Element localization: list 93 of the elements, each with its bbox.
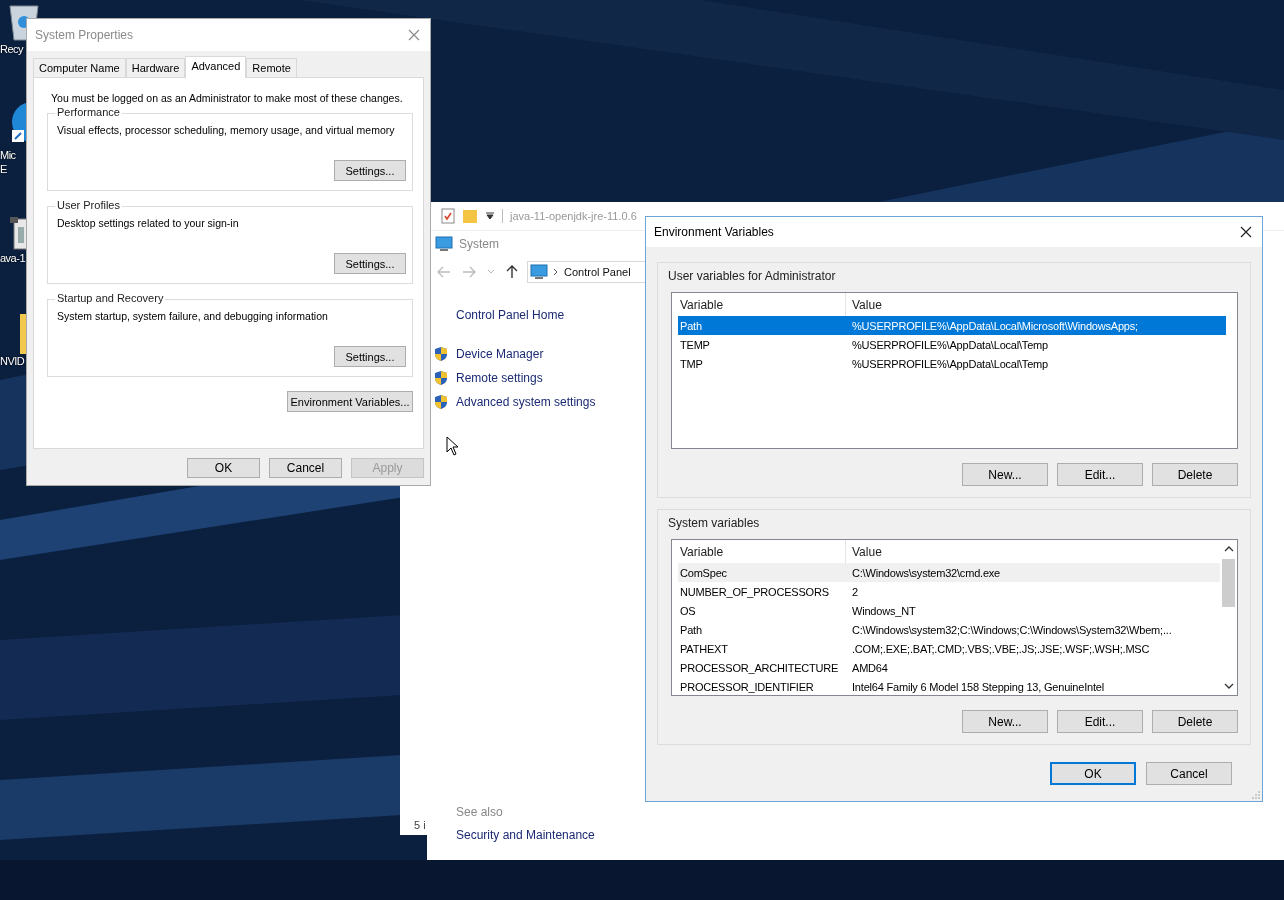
variable-row[interactable]: OS Windows_NT — [678, 601, 1221, 620]
environment-variables-button[interactable]: Environment Variables... — [287, 391, 413, 412]
variable-value: C:\Windows\system32\cmd.exe — [851, 566, 1001, 579]
section-heading: See also — [456, 805, 503, 819]
notice-text: You must be logged on as an Administrator to make most of these changes. — [51, 92, 403, 104]
variable-row[interactable]: Path C:\Windows\system32;C:\Windows;C:\Windows\System32\Wbem;... — [678, 620, 1221, 639]
column-header[interactable]: Value — [846, 544, 882, 559]
variable-row[interactable]: Path %USERPROFILE%\AppData\Local\Microsoft\WindowsApps; — [678, 316, 1226, 335]
variable-row[interactable]: ComSpec C:\Windows\system32\cmd.exe — [678, 563, 1221, 582]
variable-value: %USERPROFILE%\AppData\Local\Microsoft\WindowsApps; — [851, 319, 1138, 332]
dialog-button[interactable]: New... — [962, 463, 1048, 486]
status-text: 5 i — [414, 819, 426, 831]
window-title: System — [459, 237, 499, 251]
variables-list[interactable] — [671, 539, 1238, 696]
settings-link[interactable]: Advanced system settings — [456, 395, 596, 409]
dialog-button[interactable]: Edit... — [1057, 463, 1143, 486]
scroll-up-icon[interactable] — [1223, 545, 1234, 553]
tab[interactable]: Hardware — [125, 58, 186, 77]
settings-link[interactable]: Remote settings — [456, 371, 543, 385]
dialog-button[interactable]: Delete — [1152, 710, 1238, 733]
variable-name: Path — [679, 623, 703, 636]
variable-value: %USERPROFILE%\AppData\Local\Temp — [851, 357, 1048, 370]
variable-row[interactable]: PROCESSOR_IDENTIFIER Intel64 Family 6 Model 158 Stepping 13, GenuineIntel — [678, 677, 1221, 695]
variable-name: TMP — [679, 357, 704, 370]
group-title: Performance — [55, 106, 122, 118]
group-description: System startup, system failure, and debugging information — [57, 310, 328, 322]
desktop-icon-label[interactable]: E — [0, 162, 7, 176]
scroll-thumb[interactable] — [1222, 559, 1236, 607]
variable-value: AMD64 — [851, 661, 888, 674]
dialog-button[interactable]: Delete — [1152, 463, 1238, 486]
variable-name: Path — [679, 319, 703, 332]
variable-value: 2 — [851, 585, 858, 598]
variable-value: Windows_NT — [851, 604, 916, 617]
desktop-icon-label[interactable]: Mic — [0, 148, 16, 162]
group-title: User Profiles — [55, 199, 122, 211]
variable-name: NUMBER_OF_PROCESSORS — [679, 585, 830, 598]
control-panel-home-link[interactable]: Control Panel Home — [456, 308, 565, 322]
dialog-button[interactable]: OK — [1050, 762, 1136, 785]
settings-button[interactable]: Settings... — [334, 160, 406, 181]
window-title: java-11-openjdk-jre-11.0.6 — [510, 210, 637, 222]
tab[interactable]: Advanced — [185, 56, 247, 78]
variable-value: %USERPROFILE%\AppData\Local\Temp — [851, 338, 1048, 351]
variable-row[interactable]: TEMP %USERPROFILE%\AppData\Local\Temp — [678, 335, 1226, 354]
variable-name: TEMP — [679, 338, 711, 351]
see-also-link[interactable]: Security and Maintenance — [456, 828, 595, 842]
dialog-button[interactable]: New... — [962, 710, 1048, 733]
variable-row[interactable]: TMP %USERPROFILE%\AppData\Local\Temp — [678, 354, 1226, 373]
breadcrumb-item[interactable]: Control Panel — [564, 266, 631, 278]
settings-link[interactable]: Device Manager — [456, 347, 544, 361]
variable-value: C:\Windows\system32;C:\Windows;C:\Windows\System32\Wbem;... — [851, 623, 1172, 636]
monitor-icon — [435, 236, 453, 252]
group-title: Startup and Recovery — [55, 292, 166, 304]
column-header[interactable]: Value — [846, 297, 882, 312]
monitor-icon — [530, 264, 548, 280]
tab[interactable]: Computer Name — [33, 58, 126, 77]
scroll-down-icon[interactable] — [1223, 682, 1234, 690]
group-title: User variables for Administrator — [668, 269, 837, 283]
tab[interactable]: Remote — [246, 58, 297, 77]
variable-name: ComSpec — [679, 566, 728, 579]
variable-name: PATHEXT — [679, 642, 729, 655]
dialog-title: Environment Variables — [654, 225, 774, 239]
variables-list[interactable]: Variable Value Path %USERPROFILE%\AppData\Local\Microsoft\WindowsApps; TEMP %USERPROFILE%\AppData\Local\Temp TMP %USERPROFILE%\AppData\Local\Temp — [671, 292, 1238, 449]
variable-value: .COM;.EXE;.BAT;.CMD;.VBS;.VBE;.JS;.JSE;.WSF;.WSH;.MSC — [851, 642, 1150, 655]
mouse-cursor-icon — [446, 436, 459, 456]
close-icon[interactable] — [1240, 226, 1252, 238]
caret-icon[interactable] — [485, 211, 495, 221]
settings-button[interactable]: Settings... — [334, 346, 406, 367]
resize-grip-icon[interactable] — [1252, 791, 1260, 799]
variable-row[interactable]: PROCESSOR_ARCHITECTURE AMD64 — [678, 658, 1221, 677]
dialog-button[interactable]: Edit... — [1057, 710, 1143, 733]
desktop-icon-label[interactable]: NVID — [0, 354, 25, 368]
dialog-title: System Properties — [35, 28, 134, 42]
desktop-icon-label[interactable]: Recy — [0, 42, 24, 56]
variable-row[interactable]: NUMBER_OF_PROCESSORS 2 — [678, 582, 1221, 601]
group-title: System variables — [668, 516, 761, 530]
variable-row[interactable]: PATHEXT .COM;.EXE;.BAT;.CMD;.VBS;.VBE;.JS;.JSE;.WSF;.WSH;.MSC — [678, 639, 1221, 658]
desktop-icon-label[interactable]: ava-1 — [0, 251, 26, 265]
variable-name: PROCESSOR_IDENTIFIER — [679, 680, 815, 693]
shield-icon — [434, 394, 448, 410]
variable-name: PROCESSOR_ARCHITECTURE — [679, 661, 840, 674]
group-description: Desktop settings related to your sign-in — [57, 217, 239, 229]
shield-icon — [434, 370, 448, 386]
dialog-button[interactable]: Cancel — [269, 458, 342, 478]
shield-icon — [434, 346, 448, 362]
up-arrow-icon[interactable] — [506, 265, 518, 279]
settings-button[interactable]: Settings... — [334, 253, 406, 274]
chevron-right-icon — [553, 268, 559, 276]
dialog-button[interactable]: OK — [187, 458, 260, 478]
dialog-button[interactable]: Cancel — [1146, 762, 1232, 785]
variable-name: OS — [679, 604, 697, 617]
properties-icon[interactable] — [441, 208, 455, 224]
group-description: Visual effects, processor scheduling, memory usage, and virtual memory — [57, 124, 395, 136]
variable-value: Intel64 Family 6 Model 158 Stepping 13, GenuineIntel — [851, 680, 1104, 693]
